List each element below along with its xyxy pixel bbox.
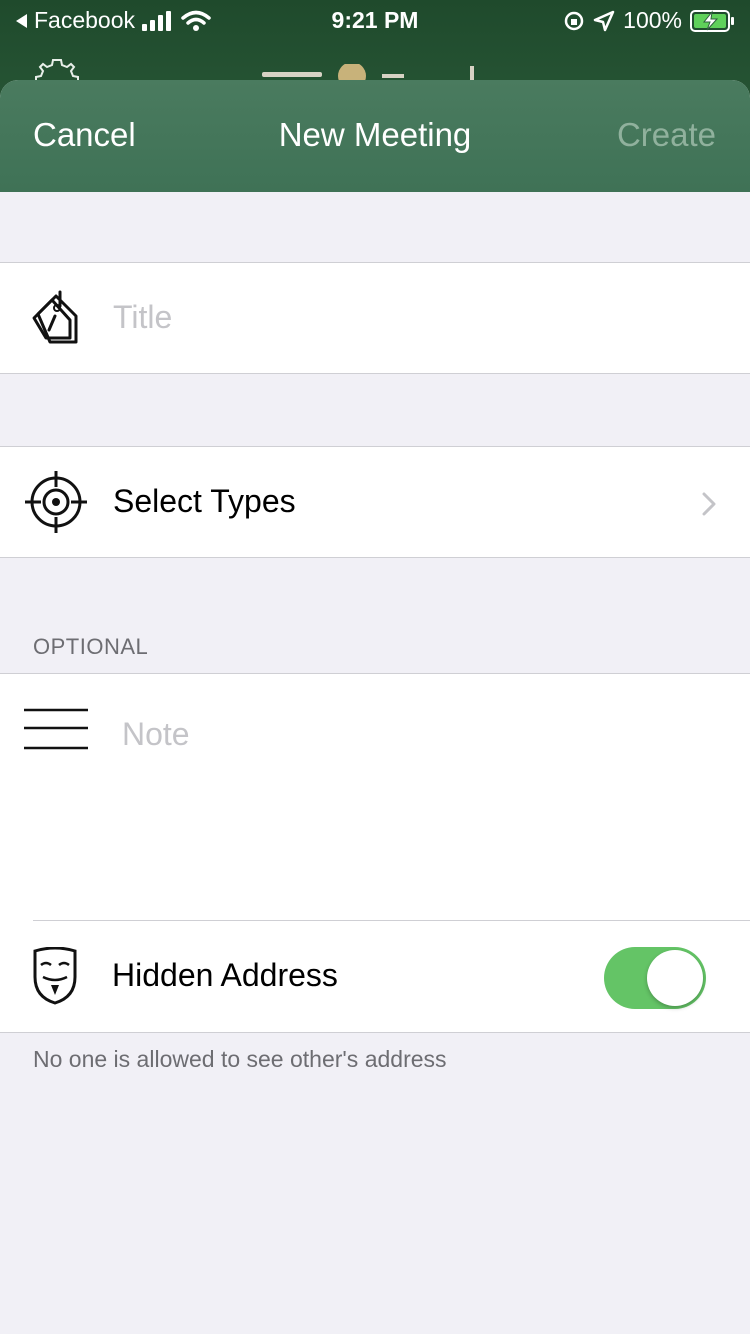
title-row[interactable]: Title (0, 262, 750, 374)
orientation-lock-icon (563, 10, 585, 32)
select-types-row[interactable]: Select Types (0, 446, 750, 558)
note-input[interactable]: Note (122, 716, 190, 753)
navigation-bar: Cancel New Meeting Create (0, 80, 750, 192)
battery-percent: 100% (623, 7, 682, 33)
location-icon (593, 10, 615, 32)
title-input[interactable]: Title (113, 299, 172, 336)
new-meeting-sheet: Cancel New Meeting Create Title Select T… (0, 80, 750, 1334)
battery-icon (690, 9, 736, 33)
crosshair-icon (25, 471, 87, 538)
chevron-right-icon (702, 492, 716, 521)
status-bar: Facebook 9:21 PM 100% (0, 0, 750, 40)
optional-group: Note Hidden Address (0, 673, 750, 1033)
toggle-knob (647, 950, 703, 1006)
hidden-address-footer: No one is allowed to see other's address (33, 1046, 447, 1072)
hidden-address-label: Hidden Address (112, 957, 338, 993)
hidden-address-toggle[interactable] (604, 947, 706, 1009)
select-types-label: Select Types (113, 483, 296, 519)
create-button[interactable]: Create (617, 116, 716, 154)
optional-section-header: OPTIONAL (33, 634, 149, 659)
lines-icon (24, 708, 88, 755)
hidden-address-row: Hidden Address (0, 921, 750, 1033)
tag-icon (30, 290, 80, 351)
mask-icon (32, 946, 78, 1010)
